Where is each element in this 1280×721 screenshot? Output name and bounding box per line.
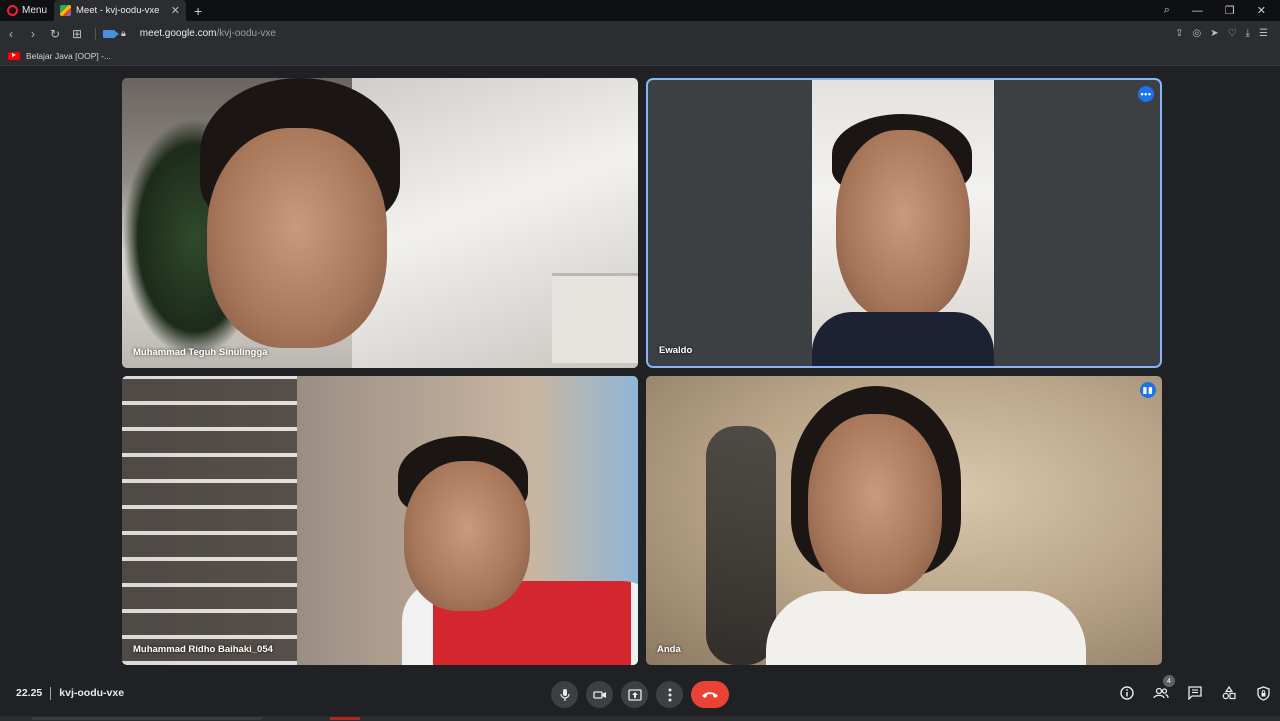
participant-tile-self[interactable]: ▮▮ Anda xyxy=(646,376,1162,665)
browser-menu-button[interactable]: Menu xyxy=(0,0,54,21)
participant-tile-active[interactable]: ••• Ewaldo xyxy=(646,78,1162,368)
host-controls-button[interactable] xyxy=(1254,684,1272,702)
url-domain: meet.google.com xyxy=(139,28,217,39)
forward-icon[interactable]: › xyxy=(22,27,44,41)
video-shelf xyxy=(552,273,638,363)
chat-icon xyxy=(1188,686,1202,700)
download-icon[interactable]: ⤓ xyxy=(1246,28,1250,39)
browser-tab-bar: Menu Meet - kvj-oodu-vxe ✕ + ⌕ — ❐ ✕ xyxy=(0,0,1280,21)
browser-menu-label: Menu xyxy=(22,5,48,16)
microphone-icon xyxy=(559,688,570,701)
more-options-icon[interactable]: ••• xyxy=(1138,86,1154,102)
call-controls xyxy=(551,681,729,708)
activities-button[interactable] xyxy=(1220,684,1238,702)
video-face xyxy=(207,128,387,348)
minimize-icon[interactable]: — xyxy=(1192,5,1203,17)
browser-tab-meet[interactable]: Meet - kvj-oodu-vxe ✕ xyxy=(54,0,187,21)
meet-control-bar: 22.25 kvj-oodu-vxe 4 xyxy=(0,672,1280,721)
video-feed xyxy=(812,80,994,366)
participant-name: Muhammad Ridho Baihaki_054 xyxy=(133,644,273,655)
url-path: /kvj-oodu-vxe xyxy=(216,28,276,39)
camera-permission-icon[interactable] xyxy=(103,29,119,38)
address-bar-actions: ⇪ ◎ ➤ ♡ ⤓ ☰ xyxy=(1175,28,1280,39)
bookmark-item[interactable]: Belajar Java [OOP] -... xyxy=(26,51,111,61)
people-icon xyxy=(1153,687,1169,699)
new-tab-icon[interactable]: + xyxy=(194,3,202,19)
present-screen-button[interactable] xyxy=(621,681,648,708)
video-shirt xyxy=(812,312,994,366)
camera-button[interactable] xyxy=(586,681,613,708)
meet-favicon-icon xyxy=(60,5,72,16)
shield-lock-icon xyxy=(1256,685,1270,701)
meeting-code: kvj-oodu-vxe xyxy=(59,687,125,699)
meet-stage: Muhammad Teguh Sinulingga ••• Ewaldo Muh… xyxy=(0,67,1280,672)
close-window-icon[interactable]: ✕ xyxy=(1257,4,1266,17)
taskbar-strip xyxy=(0,716,1280,721)
meeting-details-button[interactable] xyxy=(1118,684,1136,702)
leave-call-button[interactable] xyxy=(691,681,729,708)
participant-tile[interactable]: Muhammad Teguh Sinulingga xyxy=(122,78,638,368)
meeting-info: 22.25 kvj-oodu-vxe xyxy=(16,687,124,700)
tab-close-icon[interactable]: ✕ xyxy=(171,4,180,17)
window-controls: ⌕ — ❐ ✕ xyxy=(1164,4,1280,17)
video-microphone xyxy=(706,426,776,665)
speaking-indicator-icon: ▮▮ xyxy=(1140,382,1156,398)
more-options-button[interactable] xyxy=(656,681,683,708)
video-face xyxy=(404,461,530,611)
nav-divider xyxy=(95,27,96,40)
search-tabs-icon[interactable]: ⌕ xyxy=(1164,4,1170,17)
youtube-icon xyxy=(8,51,20,60)
more-vert-icon xyxy=(668,688,671,701)
info-icon xyxy=(1120,686,1134,700)
video-rack xyxy=(122,376,297,665)
tabs-grid-icon[interactable]: ⊞ xyxy=(66,27,88,41)
restore-icon[interactable]: ❐ xyxy=(1225,4,1235,17)
address-bar: ‹ › ↻ ⊞ 🔒︎ meet.google.com/kvj-oodu-vxe … xyxy=(0,21,1280,46)
participant-tile[interactable]: Muhammad Ridho Baihaki_054 xyxy=(122,376,638,665)
participant-name: Ewaldo xyxy=(659,345,693,356)
chat-button[interactable] xyxy=(1186,684,1204,702)
participant-name: Anda xyxy=(657,644,681,655)
easy-setup-icon[interactable]: ☰ xyxy=(1259,28,1268,39)
taskbar-segment xyxy=(32,717,262,720)
reload-icon[interactable]: ↻ xyxy=(44,27,66,41)
microphone-button[interactable] xyxy=(551,681,578,708)
video-shirt xyxy=(766,591,1086,665)
meeting-tools: 4 xyxy=(1118,675,1272,702)
meeting-info-divider xyxy=(50,687,52,700)
hang-up-icon xyxy=(702,691,718,698)
video-face xyxy=(836,130,970,320)
back-icon[interactable]: ‹ xyxy=(0,27,22,41)
people-button[interactable]: 4 xyxy=(1152,675,1175,702)
share-icon[interactable]: ⇪ xyxy=(1175,28,1183,39)
activities-icon xyxy=(1222,686,1236,700)
opera-logo-icon xyxy=(7,5,18,16)
tab-title: Meet - kvj-oodu-vxe xyxy=(76,5,160,16)
bookmark-bar: Belajar Java [OOP] -... xyxy=(0,46,1280,66)
people-count-badge: 4 xyxy=(1163,675,1175,687)
present-screen-icon xyxy=(627,688,642,701)
taskbar-indicator xyxy=(330,717,360,720)
snapshot-icon[interactable]: ◎ xyxy=(1193,28,1202,39)
send-icon[interactable]: ➤ xyxy=(1210,28,1218,39)
url-field[interactable]: meet.google.com/kvj-oodu-vxe xyxy=(140,28,276,39)
camera-icon xyxy=(592,690,606,699)
lock-icon[interactable]: 🔒︎ xyxy=(121,28,126,39)
participant-name: Muhammad Teguh Sinulingga xyxy=(133,347,268,358)
heart-icon[interactable]: ♡ xyxy=(1228,28,1237,39)
meeting-time: 22.25 xyxy=(16,687,43,699)
video-face xyxy=(808,414,942,594)
